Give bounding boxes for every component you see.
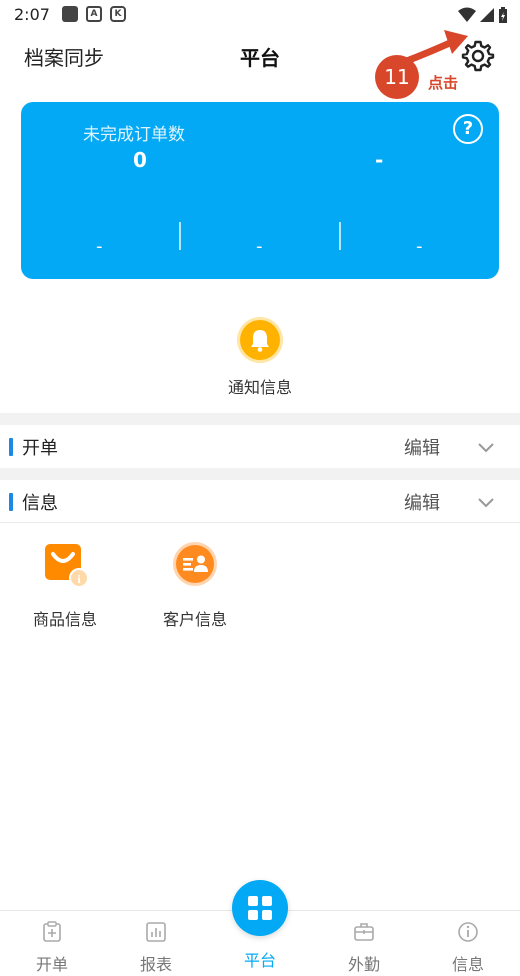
chevron-down-icon[interactable] bbox=[476, 492, 496, 512]
order-stats-card[interactable]: 未完成订单数 0 - ? - - - bbox=[21, 102, 499, 279]
section-kaidan[interactable]: 开单 编辑 bbox=[0, 425, 520, 469]
nav-label: 平台 bbox=[243, 951, 276, 970]
battery-icon bbox=[499, 7, 507, 23]
nav-label: 外勤 bbox=[347, 955, 380, 974]
status-time: 2:07 bbox=[14, 4, 50, 24]
stats-title: 未完成订单数 bbox=[83, 125, 185, 145]
chevron-down-icon[interactable] bbox=[476, 437, 496, 457]
help-question-icon[interactable]: ? bbox=[453, 114, 483, 144]
customer-info-icon bbox=[173, 542, 217, 586]
annotation-text: 点击 bbox=[428, 74, 459, 92]
stats-value-left: 0 bbox=[133, 148, 147, 172]
nav-item-waiqin[interactable]: 外勤 bbox=[312, 911, 416, 976]
notice-label: 通知信息 bbox=[227, 378, 292, 397]
nav-label: 报表 bbox=[139, 955, 172, 974]
stats-sub-value: - bbox=[96, 236, 103, 257]
bell-icon bbox=[240, 320, 280, 360]
notification-square-icon bbox=[61, 6, 78, 22]
platform-grid-icon bbox=[248, 896, 272, 920]
section-marker bbox=[9, 493, 13, 511]
info-icon bbox=[458, 922, 478, 942]
row-separator bbox=[0, 522, 520, 523]
section-edit-button[interactable]: 编辑 bbox=[404, 434, 440, 460]
stats-value-right: - bbox=[375, 148, 384, 172]
platform-center-button[interactable] bbox=[232, 880, 288, 936]
section-edit-button[interactable]: 编辑 bbox=[404, 489, 440, 515]
section-gap bbox=[0, 413, 520, 425]
annotation-step-badge: 11 bbox=[375, 55, 419, 99]
stats-divider bbox=[179, 222, 181, 250]
nav-item-baobiao[interactable]: 报表 bbox=[104, 911, 208, 976]
stats-sub-value: - bbox=[416, 236, 423, 257]
notice-entry[interactable]: 通知信息 bbox=[200, 318, 320, 398]
info-label: 客户信息 bbox=[162, 610, 227, 629]
app-a-icon: A bbox=[85, 6, 102, 22]
archive-sync-button[interactable]: 档案同步 bbox=[24, 42, 104, 71]
nav-item-xinxi[interactable]: 信息 bbox=[416, 911, 520, 976]
section-xinxi[interactable]: 信息 编辑 bbox=[0, 480, 520, 524]
nav-label: 信息 bbox=[451, 955, 484, 974]
order-add-icon bbox=[43, 921, 61, 942]
section-gap bbox=[0, 468, 520, 480]
nav-label: 开单 bbox=[35, 955, 68, 974]
app-k-icon: K bbox=[109, 6, 126, 22]
nav-item-kaidan[interactable]: 开单 bbox=[0, 911, 104, 976]
shopping-bag-info-icon: i bbox=[45, 544, 89, 588]
signal-icon bbox=[480, 8, 494, 22]
section-marker bbox=[9, 438, 13, 456]
briefcase-icon bbox=[354, 923, 374, 941]
stats-sub-value: - bbox=[256, 236, 263, 257]
product-info-entry[interactable]: i 商品信息 bbox=[10, 540, 120, 630]
info-label: 商品信息 bbox=[32, 610, 97, 629]
report-chart-icon bbox=[146, 922, 166, 942]
wifi-icon bbox=[458, 7, 476, 22]
customer-info-entry[interactable]: 客户信息 bbox=[140, 540, 250, 630]
section-title: 开单 bbox=[22, 438, 58, 459]
stats-divider bbox=[339, 222, 341, 250]
section-title: 信息 bbox=[22, 493, 58, 514]
